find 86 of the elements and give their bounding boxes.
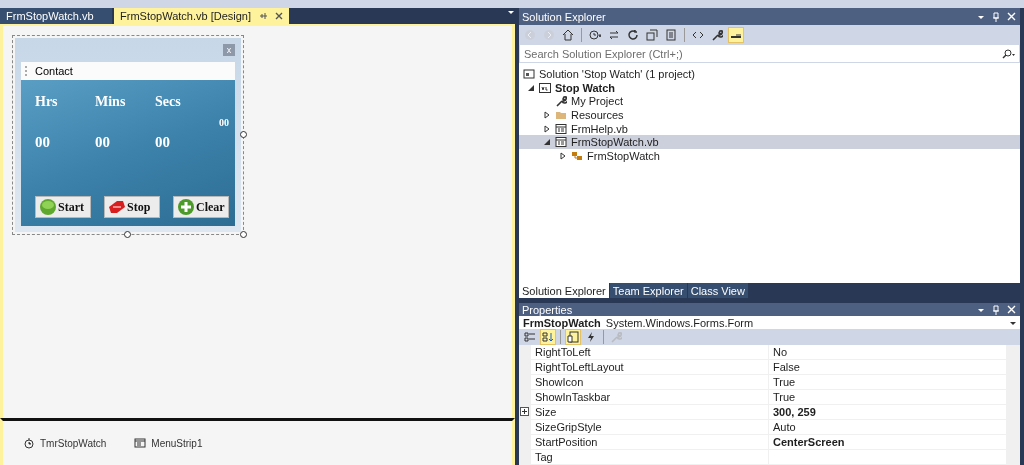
- show-files-icon[interactable]: [665, 28, 677, 41]
- resize-handle[interactable]: [240, 231, 247, 238]
- property-name[interactable]: Size: [531, 405, 768, 419]
- property-value[interactable]: True: [768, 375, 1006, 389]
- property-name[interactable]: RightToLeftLayout: [531, 360, 768, 374]
- form-button[interactable]: Start: [35, 196, 91, 218]
- tree-item[interactable]: FrmStopWatch.vb: [519, 135, 1020, 150]
- sync-arrows-icon[interactable]: [608, 28, 620, 41]
- menu-item[interactable]: Contact: [35, 65, 73, 77]
- time-readout: 00: [35, 133, 51, 151]
- panel-title: Properties: [522, 303, 573, 316]
- centiseconds-readout: 00: [219, 117, 229, 128]
- panel-tab[interactable]: Team Explorer: [609, 283, 687, 298]
- property-value[interactable]: No: [768, 345, 1006, 359]
- object-selector[interactable]: FrmStopWatch System.Windows.Forms.Form: [519, 316, 1020, 329]
- property-name[interactable]: ShowInTaskbar: [531, 390, 768, 404]
- lightning-icon[interactable]: [585, 331, 597, 343]
- sort-az-icon[interactable]: [542, 331, 554, 343]
- stopwatch-icon: [23, 437, 35, 449]
- property-value[interactable]: Auto: [768, 420, 1006, 434]
- solution-icon: [523, 67, 535, 80]
- object-name: FrmStopWatch: [523, 316, 601, 329]
- collapsed-triangle-icon[interactable]: [542, 124, 551, 133]
- class-icon: [571, 149, 583, 162]
- property-value[interactable]: 300, 259: [768, 405, 1006, 419]
- stop-sign-icon: [108, 198, 126, 216]
- tray-component[interactable]: TmrStopWatch: [23, 437, 107, 449]
- expanded-triangle-icon[interactable]: [542, 138, 551, 147]
- time-unit-label: Mins: [95, 94, 127, 111]
- collapsed-triangle-icon[interactable]: [558, 151, 567, 160]
- menu-strip-icon: [134, 437, 147, 449]
- clock-dropdown-icon[interactable]: [589, 28, 601, 41]
- time-unit-label: Hrs: [35, 94, 59, 111]
- wrench-icon[interactable]: [711, 28, 723, 41]
- tray-component[interactable]: MenuStrip1: [134, 437, 203, 449]
- property-name[interactable]: StartPosition: [531, 435, 768, 449]
- categorized-icon[interactable]: [524, 331, 536, 343]
- document-tab[interactable]: FrmStopWatch.vb [Design]: [114, 8, 290, 24]
- plus-circle-icon: [177, 198, 195, 216]
- property-name[interactable]: SizeGripStyle: [531, 420, 768, 434]
- pin-icon[interactable]: [992, 304, 1000, 315]
- form-file-icon: [555, 136, 567, 149]
- pin-icon[interactable]: [992, 11, 1000, 22]
- vb-project-icon: [539, 81, 551, 94]
- panel-tab[interactable]: Class View: [687, 283, 748, 298]
- home-icon[interactable]: [562, 28, 574, 41]
- grip-icon: [25, 66, 29, 76]
- property-page-icon[interactable]: [567, 331, 579, 343]
- time-readout: 00: [155, 133, 171, 151]
- search-field[interactable]: Search Solution Explorer (Ctrl+;): [524, 47, 824, 60]
- expanded-triangle-icon[interactable]: [526, 83, 535, 92]
- collapse-all-icon[interactable]: [646, 28, 658, 41]
- start-button-icon: [39, 198, 57, 216]
- collapsed-triangle-icon[interactable]: [542, 110, 551, 119]
- dropdown-icon[interactable]: [1010, 319, 1016, 326]
- expand-plus-icon[interactable]: [520, 407, 529, 416]
- close-icon[interactable]: [275, 12, 284, 20]
- wrench-icon: [555, 95, 567, 108]
- tree-item[interactable]: Resources: [519, 108, 1020, 122]
- form-button[interactable]: Stop: [104, 196, 160, 218]
- tree-item[interactable]: Solution 'Stop Watch' (1 project): [519, 67, 1020, 81]
- search-icon[interactable]: [1001, 48, 1015, 59]
- form-file-icon: [555, 122, 567, 135]
- refresh-icon[interactable]: [627, 28, 639, 41]
- time-unit-label: Secs: [155, 94, 182, 111]
- property-value[interactable]: False: [768, 360, 1006, 374]
- tree-item[interactable]: FrmHelp.vb: [519, 121, 1020, 136]
- property-name[interactable]: ShowIcon: [531, 375, 768, 389]
- form-button[interactable]: Clear: [173, 196, 229, 218]
- property-name[interactable]: Tag: [531, 450, 768, 464]
- document-tab[interactable]: FrmStopWatch.vb: [0, 8, 112, 24]
- search-box[interactable]: Search Solution Explorer (Ctrl+;): [519, 44, 1020, 63]
- property-value[interactable]: True: [768, 390, 1006, 404]
- time-readout: 00: [95, 133, 111, 151]
- resize-handle[interactable]: [240, 131, 247, 138]
- tree-item[interactable]: My Project: [519, 94, 1020, 109]
- property-value[interactable]: CenterScreen: [768, 435, 1006, 449]
- object-type: System.Windows.Forms.Form: [605, 316, 754, 329]
- property-name[interactable]: RightToLeft: [531, 345, 768, 359]
- panel-title: Solution Explorer: [522, 10, 606, 23]
- resize-handle[interactable]: [124, 231, 131, 238]
- tree-item[interactable]: FrmStopWatch: [519, 149, 1020, 163]
- panel-tab[interactable]: Solution Explorer: [519, 283, 609, 298]
- pin-icon[interactable]: [259, 11, 268, 21]
- tree-item[interactable]: Stop Watch: [519, 80, 1020, 95]
- form-selection-frame[interactable]: x Contact Hrs Mins Secs 00 00 00 00 Start Stop Clear: [12, 35, 244, 235]
